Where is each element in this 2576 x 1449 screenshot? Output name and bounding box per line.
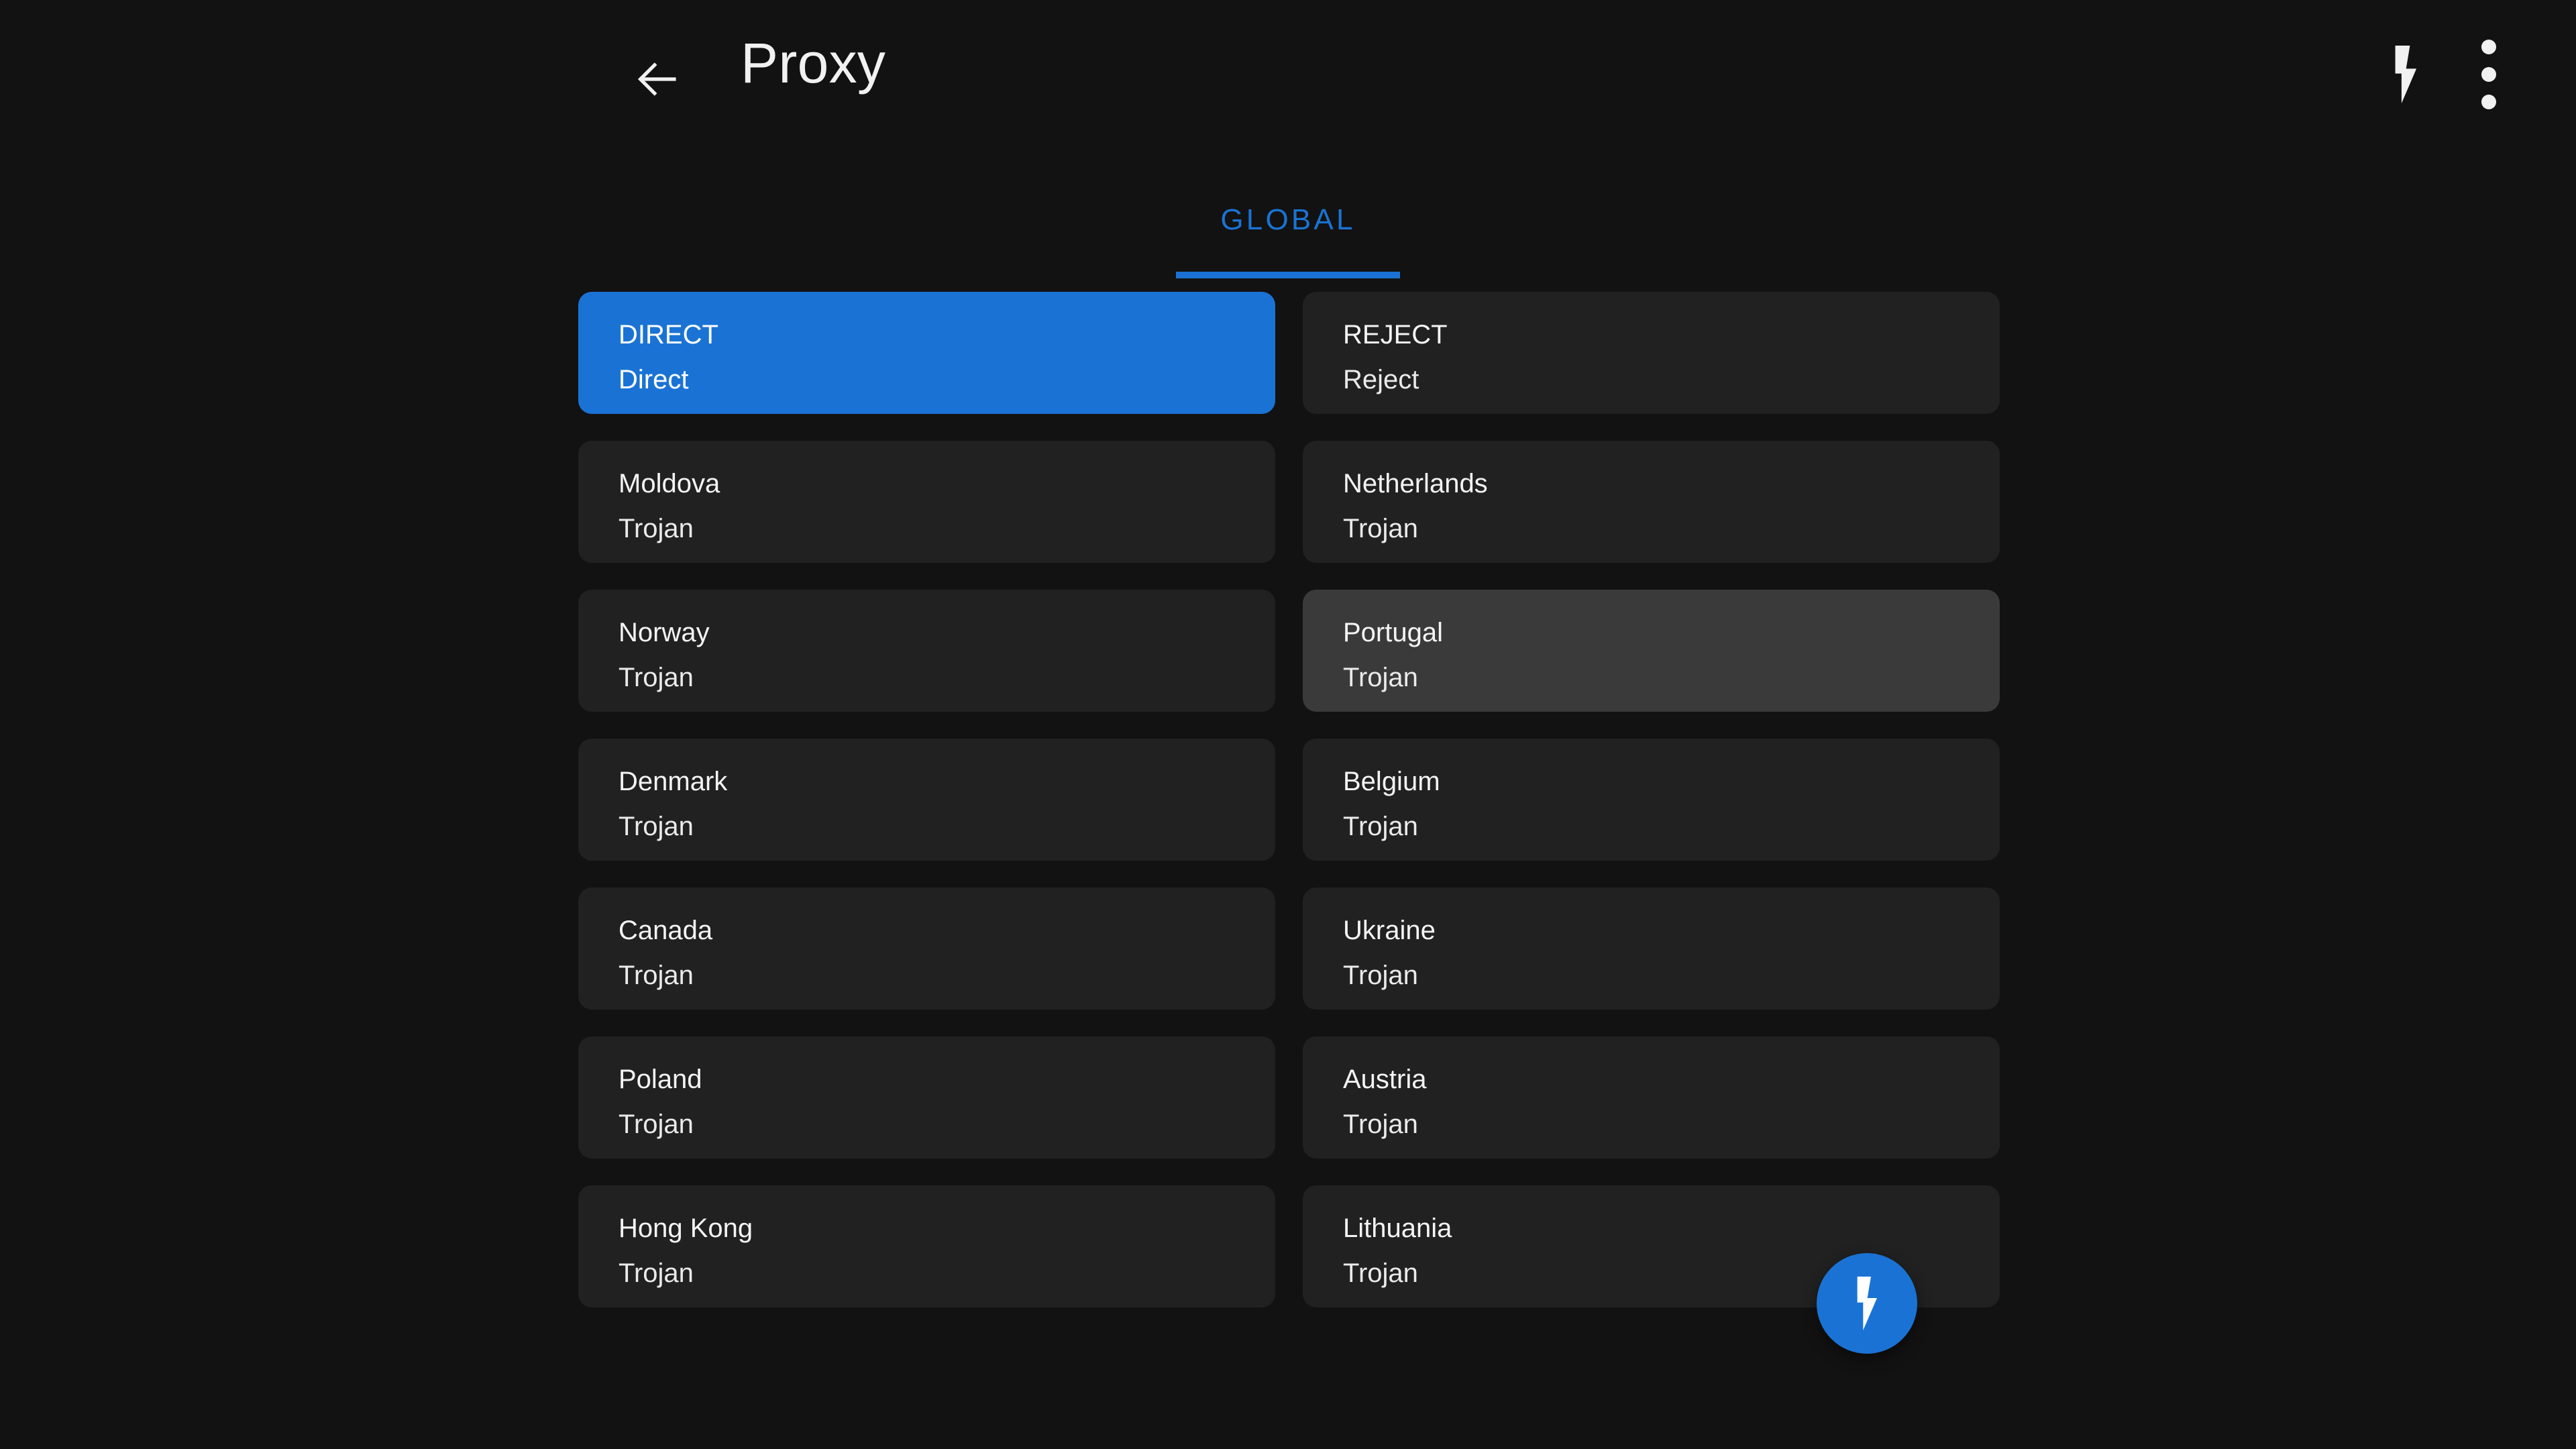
tab-indicator	[1176, 272, 1400, 278]
tab-global-label: GLOBAL	[1220, 203, 1356, 236]
proxy-card-name: Portugal	[1343, 618, 1443, 647]
proxy-card-name: Ukraine	[1343, 916, 1436, 945]
proxy-card[interactable]: DIRECT Direct	[578, 292, 1275, 414]
proxy-card-name: Moldova	[619, 469, 720, 498]
proxy-card-type: Trojan	[619, 1258, 694, 1288]
tab-bar: GLOBAL	[0, 181, 2576, 282]
proxy-card-name: Lithuania	[1343, 1214, 1452, 1243]
proxy-card-type: Reject	[1343, 365, 1419, 394]
proxy-card[interactable]: REJECT Reject	[1303, 292, 2000, 414]
page-title: Proxy	[741, 32, 886, 95]
proxy-card[interactable]: Moldova Trojan	[578, 441, 1275, 563]
proxy-card-name: Austria	[1343, 1065, 1427, 1094]
proxy-card-type: Trojan	[619, 1110, 694, 1139]
proxy-card-type: Trojan	[619, 514, 694, 543]
proxy-card[interactable]: Netherlands Trojan	[1303, 441, 2000, 563]
proxy-card-name: Denmark	[619, 767, 728, 796]
proxy-card-type: Trojan	[1343, 514, 1418, 543]
proxy-card-name: DIRECT	[619, 320, 718, 350]
proxy-card-name: REJECT	[1343, 320, 1448, 350]
speed-test-button[interactable]	[2364, 38, 2447, 111]
proxy-card[interactable]: Austria Trojan	[1303, 1036, 2000, 1159]
lightning-bolt-icon	[2387, 46, 2424, 103]
speed-test-fab[interactable]	[1817, 1253, 1917, 1354]
proxy-card[interactable]: Belgium Trojan	[1303, 739, 2000, 861]
app-bar-actions	[2364, 38, 2576, 111]
proxy-card[interactable]: Denmark Trojan	[578, 739, 1275, 861]
proxy-card-type: Trojan	[619, 663, 694, 692]
tab-global[interactable]: GLOBAL	[1176, 181, 1400, 282]
proxy-grid: DIRECT Direct REJECT Reject Moldova Trojan Net…	[578, 292, 2000, 1449]
proxy-card[interactable]: Portugal Trojan	[1303, 590, 2000, 712]
back-button[interactable]	[617, 46, 696, 113]
proxy-card-type: Trojan	[1343, 1110, 1418, 1139]
proxy-card[interactable]: Poland Trojan	[578, 1036, 1275, 1159]
app-bar: Proxy	[0, 0, 2576, 154]
proxy-card-name: Canada	[619, 916, 713, 945]
proxy-card-type: Trojan	[1343, 663, 1418, 692]
proxy-card-name: Hong Kong	[619, 1214, 753, 1243]
overflow-menu-button[interactable]	[2447, 38, 2530, 111]
proxy-card-type: Trojan	[619, 812, 694, 841]
proxy-card[interactable]: Ukraine Trojan	[1303, 888, 2000, 1010]
proxy-card[interactable]: Hong Kong Trojan	[578, 1185, 1275, 1307]
proxy-card-type: Trojan	[1343, 812, 1418, 841]
proxy-card-type: Direct	[619, 365, 689, 394]
lightning-bolt-icon	[1850, 1277, 1884, 1330]
proxy-card[interactable]: Norway Trojan	[578, 590, 1275, 712]
arrow-left-icon	[631, 53, 683, 105]
more-vert-icon	[2481, 40, 2496, 109]
proxy-card[interactable]: Canada Trojan	[578, 888, 1275, 1010]
proxy-card-name: Netherlands	[1343, 469, 1488, 498]
proxy-card-name: Poland	[619, 1065, 702, 1094]
proxy-card-type: Trojan	[619, 961, 694, 990]
proxy-card-name: Norway	[619, 618, 710, 647]
proxy-card-name: Belgium	[1343, 767, 1440, 796]
proxy-card-type: Trojan	[1343, 961, 1418, 990]
